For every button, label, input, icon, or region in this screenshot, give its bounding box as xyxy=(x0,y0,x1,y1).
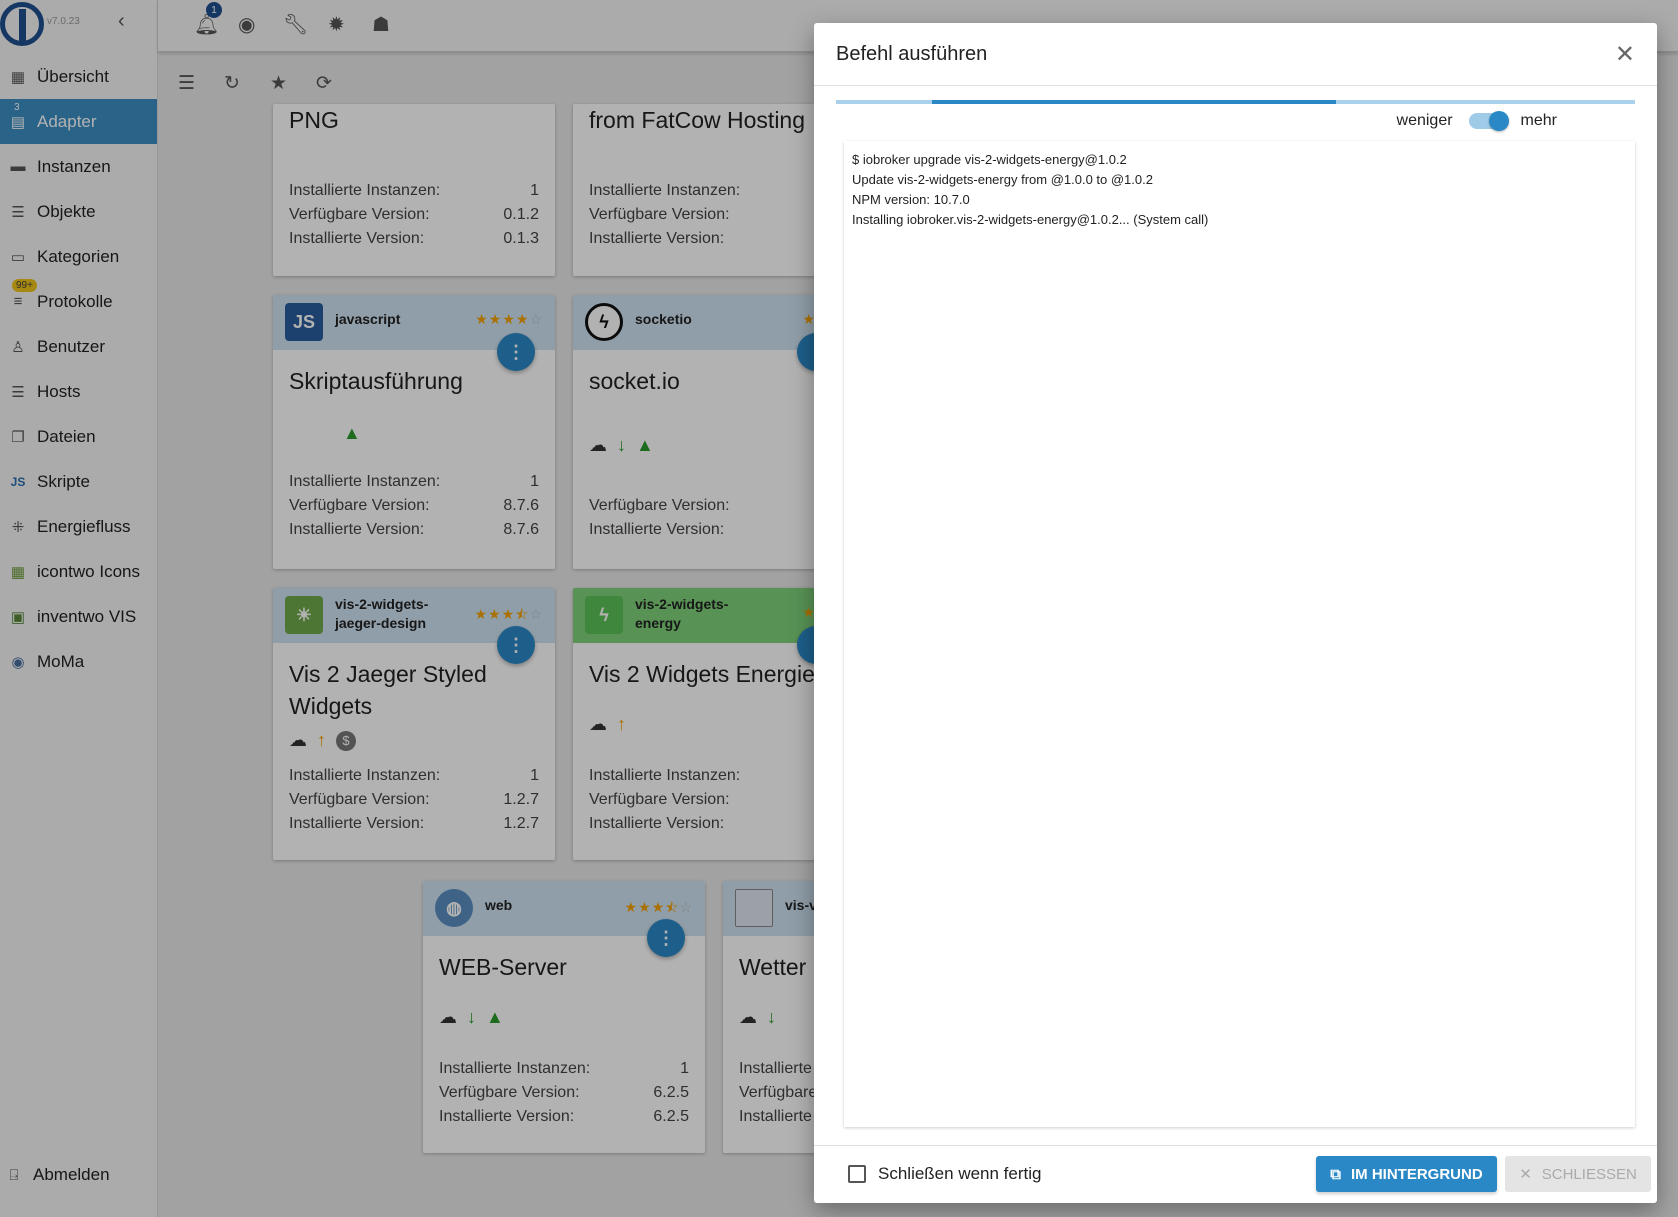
close-when-done-label: Schließen wenn fertig xyxy=(878,1164,1042,1183)
toggle-knob xyxy=(1488,111,1509,131)
close-x-icon: ✕ xyxy=(1519,1166,1532,1183)
detail-toggle-row: weniger mehr xyxy=(1396,111,1557,131)
log-line: $ iobroker upgrade vis-2-widgets-energy@… xyxy=(852,152,1127,167)
log-line: Installing iobroker.vis-2-widgets-energy… xyxy=(852,212,1209,227)
close-icon[interactable]: ✕ xyxy=(1615,40,1635,69)
progress-track xyxy=(836,100,1635,104)
open-in-background-icon: ⧉ xyxy=(1330,1165,1342,1183)
background-button[interactable]: ⧉ IM HINTERGRUND xyxy=(1316,1156,1497,1192)
detail-toggle-switch[interactable] xyxy=(1468,111,1509,131)
log-line: NPM version: 10.7.0 xyxy=(852,192,970,207)
log-line: Update vis-2-widgets-energy from @1.0.0 … xyxy=(852,172,1153,187)
close-button[interactable]: ✕ SCHLIESSEN xyxy=(1505,1156,1651,1192)
progress-indicator xyxy=(931,100,1337,104)
divider xyxy=(814,85,1657,86)
close-button-label: SCHLIESSEN xyxy=(1541,1165,1637,1183)
command-dialog: Befehl ausführen ✕ weniger mehr $ iobrok… xyxy=(814,23,1657,1203)
command-log-output[interactable]: $ iobroker upgrade vis-2-widgets-energy@… xyxy=(844,141,1635,1127)
close-when-done-option[interactable]: Schließen wenn fertig xyxy=(848,1164,1041,1184)
dialog-title: Befehl ausführen xyxy=(836,43,988,65)
toggle-more-label: mehr xyxy=(1520,112,1557,129)
divider xyxy=(814,1145,1657,1146)
background-button-label: IM HINTERGRUND xyxy=(1351,1165,1483,1183)
toggle-less-label: weniger xyxy=(1396,112,1453,129)
close-when-done-checkbox[interactable] xyxy=(848,1165,866,1183)
